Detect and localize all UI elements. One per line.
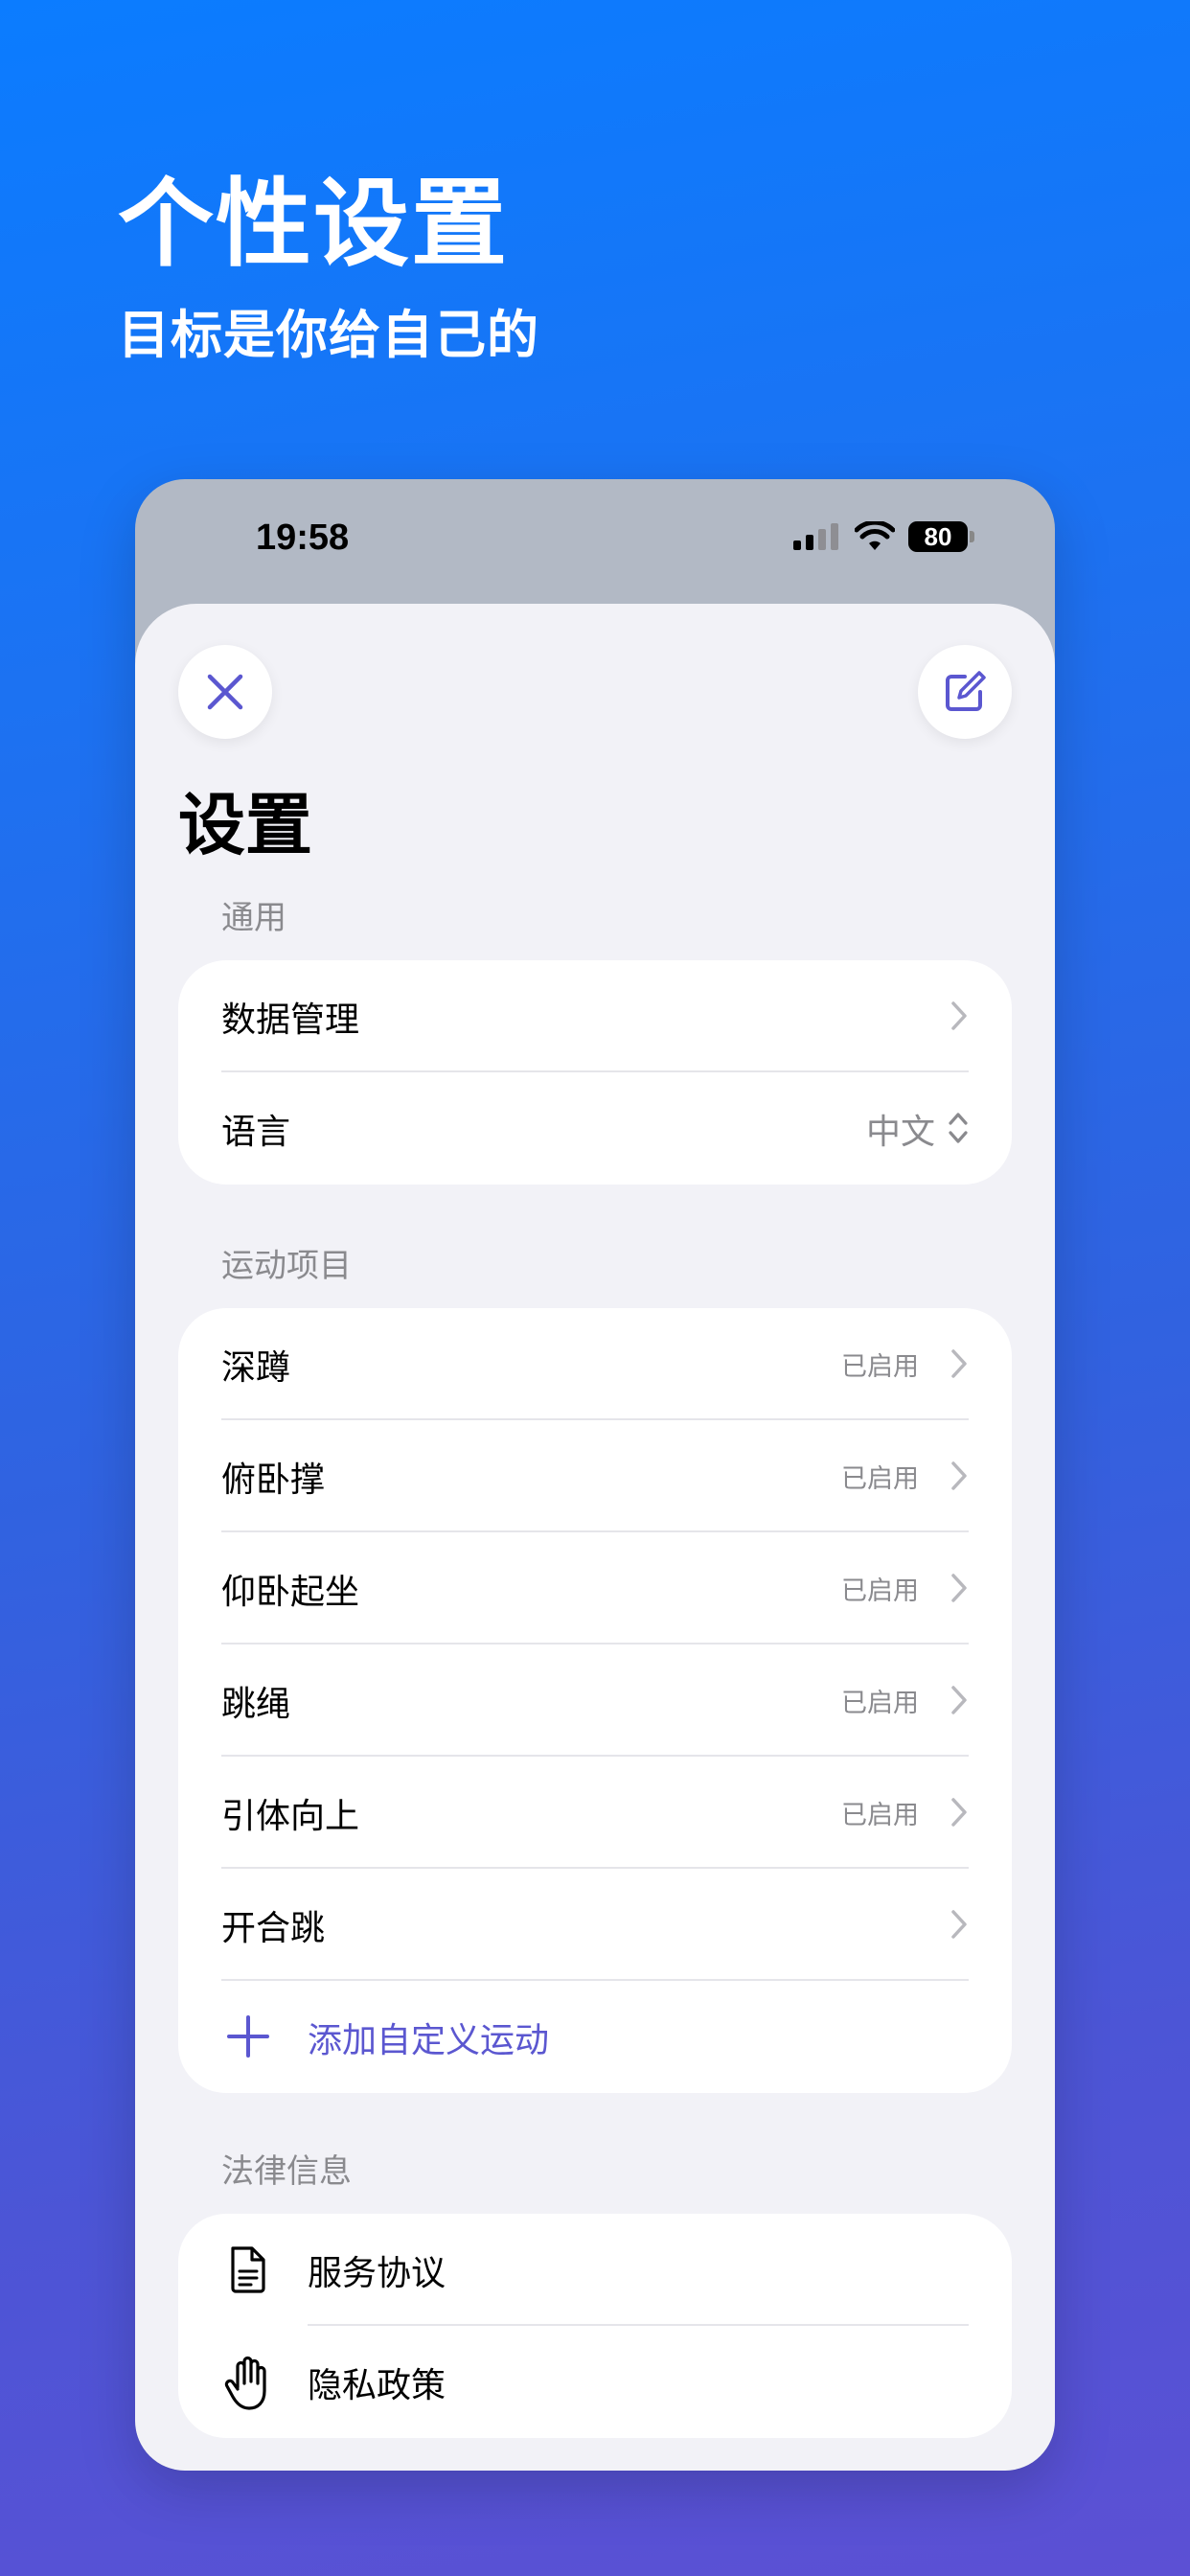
data-management-row[interactable]: 数据管理 bbox=[178, 960, 1012, 1072]
edit-button[interactable] bbox=[918, 645, 1012, 739]
exercise-row-pushup[interactable]: 俯卧撑 已启用 bbox=[178, 1420, 1012, 1532]
row-label: 深蹲 bbox=[221, 1347, 291, 1388]
row-label: 语言 bbox=[221, 1112, 291, 1152]
enabled-status: 已启用 bbox=[841, 1801, 919, 1830]
edit-icon bbox=[946, 671, 986, 711]
row-label: 引体向上 bbox=[221, 1796, 360, 1836]
section-label-exercises: 运动项目 bbox=[221, 1247, 352, 1285]
row-label: 隐私政策 bbox=[308, 2365, 446, 2405]
exercise-row-pullup[interactable]: 引体向上 已启用 bbox=[178, 1757, 1012, 1869]
exercise-row-squat[interactable]: 深蹲 已启用 bbox=[178, 1308, 1012, 1420]
privacy-row[interactable]: 隐私政策 bbox=[178, 2326, 1012, 2438]
legal-card: 服务协议 隐私政策 bbox=[178, 2214, 1012, 2438]
enabled-status: 已启用 bbox=[841, 1352, 919, 1382]
enabled-status: 已启用 bbox=[841, 1464, 919, 1494]
enabled-status: 已启用 bbox=[841, 1689, 919, 1718]
exercises-card: 深蹲 已启用 俯卧撑 已启用 仰卧起坐 已启用 跳绳 已启用 引体向上 已启用 … bbox=[178, 1308, 1012, 2093]
chevron-right-icon bbox=[951, 1461, 967, 1490]
status-time: 19:58 bbox=[256, 518, 350, 558]
row-label: 仰卧起坐 bbox=[221, 1572, 360, 1612]
exercise-row-jump-rope[interactable]: 跳绳 已启用 bbox=[178, 1644, 1012, 1757]
wifi-icon bbox=[855, 521, 895, 550]
row-label: 跳绳 bbox=[221, 1684, 291, 1724]
row-label: 数据管理 bbox=[221, 1000, 360, 1040]
chevron-right-icon bbox=[951, 1349, 967, 1378]
battery-cap bbox=[970, 531, 974, 542]
terms-row[interactable]: 服务协议 bbox=[178, 2214, 1012, 2326]
close-icon bbox=[207, 674, 243, 710]
battery-level: 80 bbox=[908, 521, 968, 552]
section-label-general: 通用 bbox=[221, 899, 286, 937]
chevron-right-icon bbox=[951, 1686, 967, 1714]
plus-icon bbox=[227, 2015, 269, 2058]
chevron-right-icon bbox=[951, 1910, 967, 1939]
settings-sheet: 设置 通用 数据管理 语言 中文 运动项目 深蹲 已启用 俯卧撑 已启用 仰卧起… bbox=[135, 604, 1055, 2471]
add-custom-exercise-label: 添加自定义运动 bbox=[308, 2020, 550, 2060]
signal-icon bbox=[793, 523, 838, 550]
chevron-right-icon bbox=[951, 1798, 967, 1827]
battery-icon: 80 bbox=[908, 521, 974, 552]
exercise-row-jumping-jack[interactable]: 开合跳 bbox=[178, 1869, 1012, 1981]
phone-mockup: 19:58 80 设置 通用 数据管理 语言 中文 运动项目 深蹲 已启用 俯卧… bbox=[135, 479, 1055, 2471]
enabled-status: 已启用 bbox=[841, 1576, 919, 1606]
close-button[interactable] bbox=[178, 645, 272, 739]
language-row[interactable]: 语言 中文 bbox=[178, 1072, 1012, 1184]
row-label: 开合跳 bbox=[221, 1908, 326, 1948]
language-value: 中文 bbox=[865, 1112, 935, 1152]
chevron-up-down-icon bbox=[949, 1113, 968, 1143]
row-label: 俯卧撑 bbox=[221, 1460, 326, 1500]
chevron-right-icon bbox=[951, 1574, 967, 1602]
document-icon bbox=[231, 2246, 265, 2293]
status-icons: 80 bbox=[793, 521, 974, 552]
page-title: 设置 bbox=[178, 786, 312, 864]
row-label: 服务协议 bbox=[308, 2253, 446, 2293]
chevron-right-icon bbox=[951, 1001, 967, 1030]
promo-subtitle: 目标是你给自己的 bbox=[118, 305, 539, 365]
promo-title: 个性设置 bbox=[118, 168, 509, 280]
exercise-row-situp[interactable]: 仰卧起坐 已启用 bbox=[178, 1532, 1012, 1644]
section-label-legal: 法律信息 bbox=[221, 2152, 352, 2191]
status-bar: 19:58 80 bbox=[135, 479, 1055, 604]
add-custom-exercise-row[interactable]: 添加自定义运动 bbox=[178, 1981, 1012, 2093]
hand-icon bbox=[224, 2356, 266, 2410]
general-card: 数据管理 语言 中文 bbox=[178, 960, 1012, 1184]
